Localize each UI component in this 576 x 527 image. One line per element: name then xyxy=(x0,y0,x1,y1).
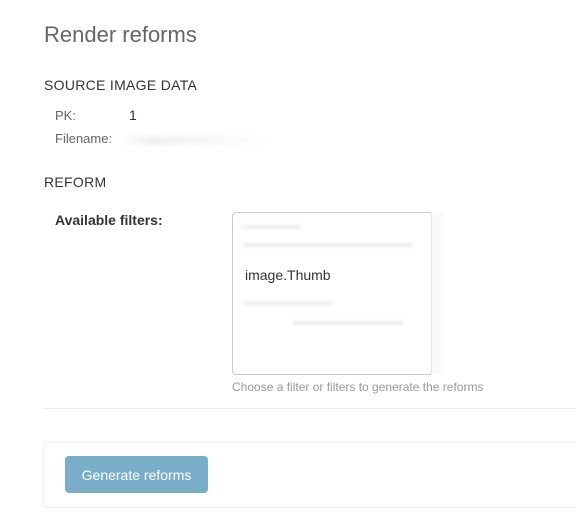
available-filters-label: Available filters: xyxy=(55,212,163,228)
pk-value: 1 xyxy=(129,107,137,123)
filename-label: Filename: xyxy=(55,131,113,146)
reform-heading: REFORM xyxy=(44,174,107,190)
form-divider xyxy=(43,408,576,409)
page-title: Render reforms xyxy=(44,22,197,47)
redacted-option-line xyxy=(243,243,413,247)
redacted-option-line xyxy=(241,225,301,229)
generate-reforms-button[interactable]: Generate reforms xyxy=(65,456,208,493)
filters-scrollbar[interactable] xyxy=(431,213,443,374)
source-image-data-heading: SOURCE IMAGE DATA xyxy=(44,77,198,93)
filters-multiselect[interactable]: image.Thumb xyxy=(232,212,433,375)
redacted-option-line xyxy=(243,301,333,305)
pk-label: PK: xyxy=(55,108,76,123)
submit-row: Generate reforms xyxy=(43,442,576,508)
filters-help-text: Choose a filter or filters to generate t… xyxy=(232,380,484,394)
render-reforms-page: Render reforms SOURCE IMAGE DATA PK: 1 F… xyxy=(0,0,576,527)
filename-value-redacted xyxy=(121,136,271,145)
redacted-option-line xyxy=(293,321,403,325)
filter-option-image-thumb[interactable]: image.Thumb xyxy=(245,267,331,283)
